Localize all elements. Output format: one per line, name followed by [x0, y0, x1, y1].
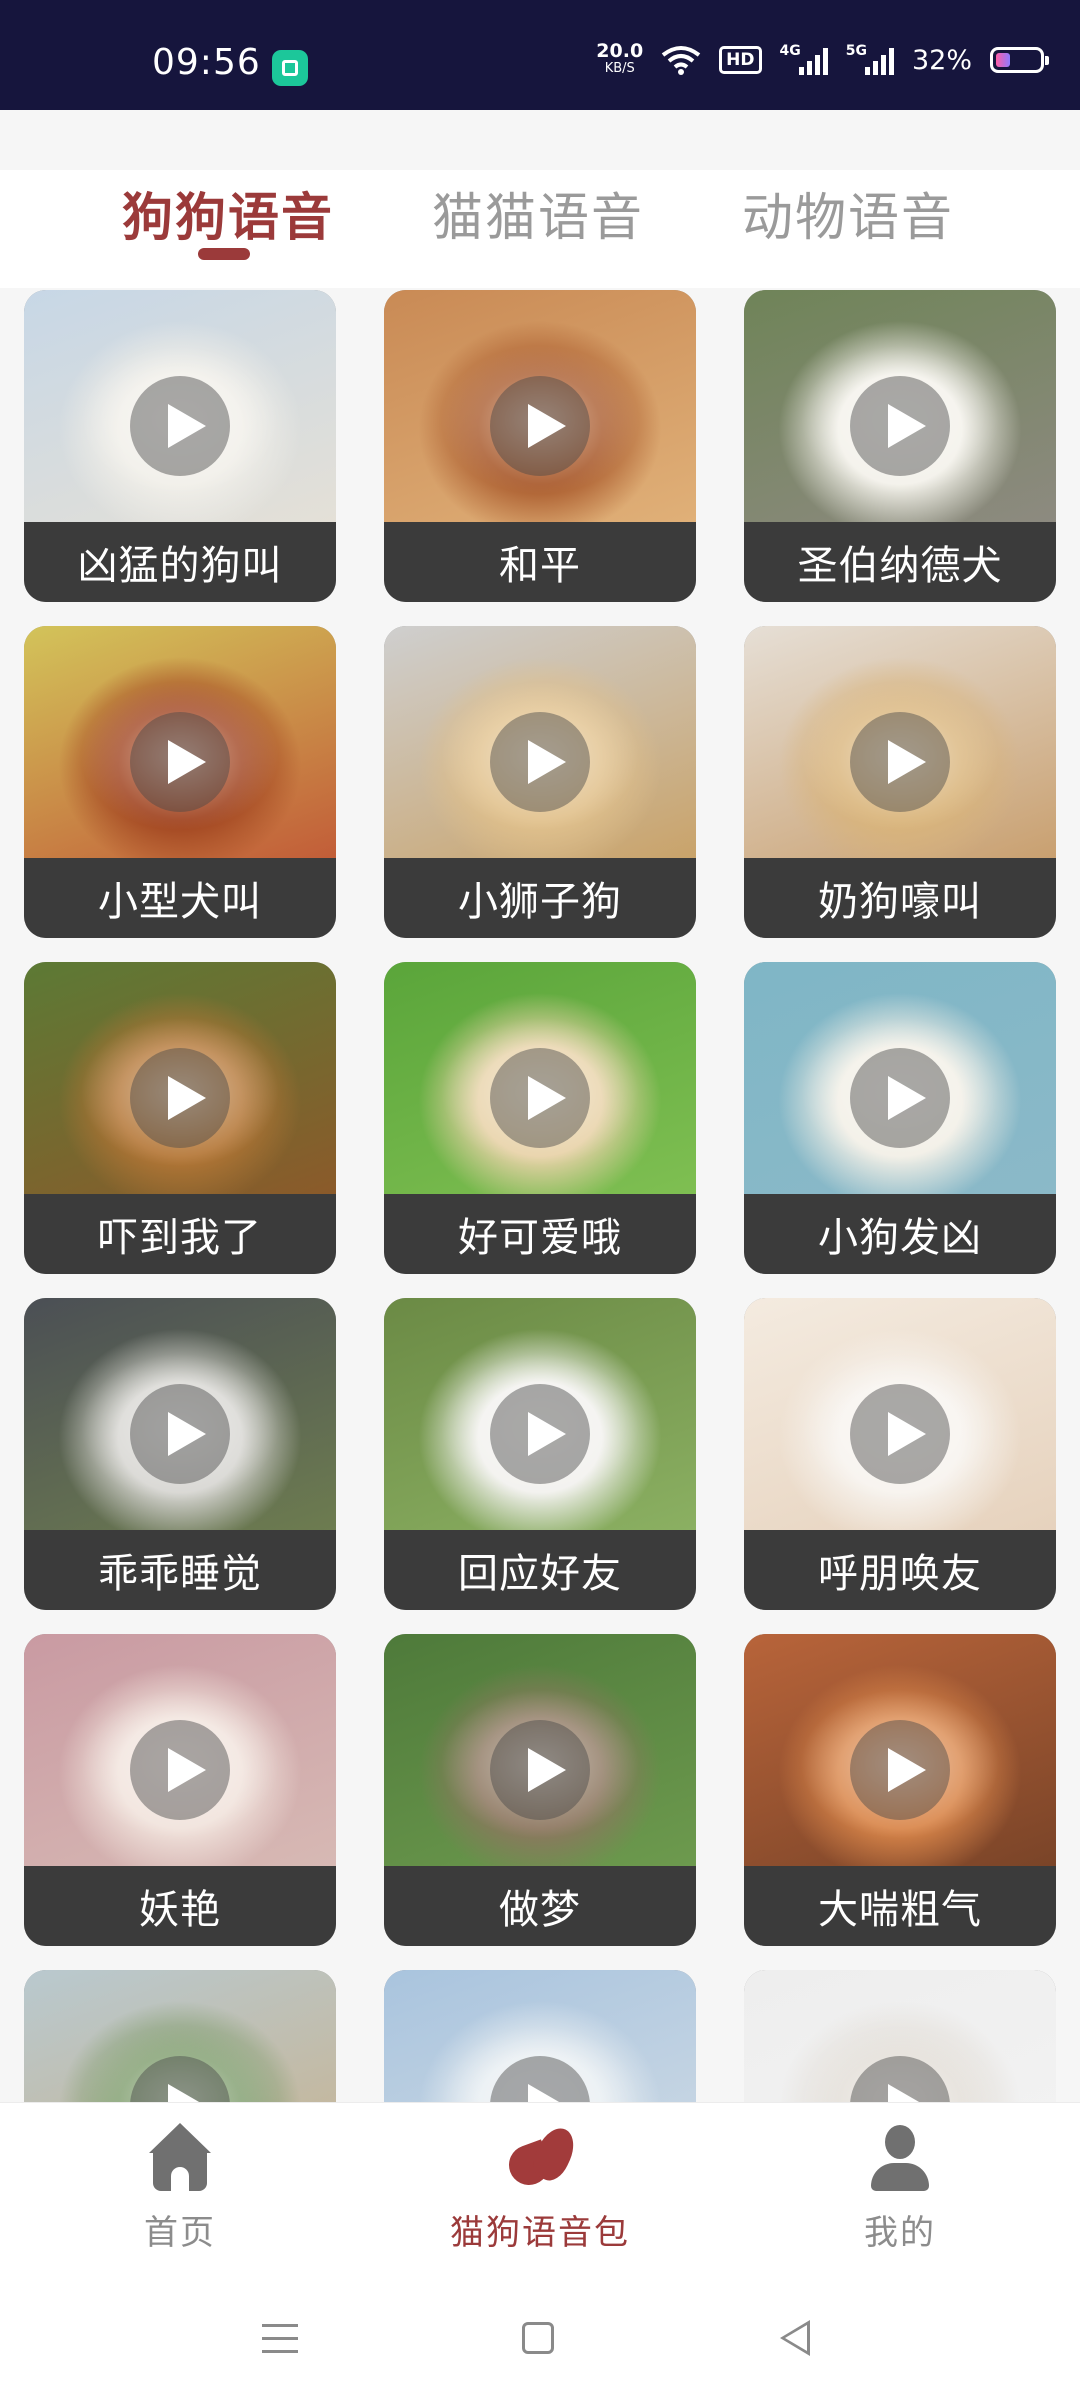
- wifi-icon: [661, 46, 701, 75]
- notification-icon: [272, 50, 308, 86]
- signal-icon-1: [798, 45, 828, 75]
- play-icon[interactable]: [850, 1720, 950, 1820]
- home-button[interactable]: [522, 2322, 554, 2354]
- sound-card-label: 小狗发凶: [744, 1194, 1056, 1274]
- sound-card-label: 做梦: [384, 1866, 696, 1946]
- battery-percent: 32%: [911, 44, 972, 76]
- network-type-1: 4G: [779, 43, 801, 59]
- play-icon[interactable]: [490, 712, 590, 812]
- sound-card-label: 吓到我了: [24, 1194, 336, 1274]
- system-nav-bar: [0, 2282, 1080, 2400]
- tab-cat-voice[interactable]: 猫猫语音: [432, 176, 644, 250]
- sound-card[interactable]: 呼朋唤友: [744, 1298, 1056, 1610]
- play-icon[interactable]: [850, 1384, 950, 1484]
- nav-mine-label: 我的: [864, 2213, 936, 2253]
- play-icon[interactable]: [490, 376, 590, 476]
- sound-card[interactable]: 好可爱哦: [384, 962, 696, 1274]
- user-icon: [863, 2123, 937, 2197]
- sound-card[interactable]: 回应好友: [384, 1298, 696, 1610]
- nav-home[interactable]: 首页: [80, 2123, 280, 2254]
- sound-grid: 凶猛的狗叫 和平 圣伯纳德犬小型犬叫 小狮子狗 奶狗嚎叫吓到我了 好可爱哦 小狗发凶乖乖睡觉…: [0, 290, 1080, 2102]
- sound-card-label: 奶狗嚎叫: [744, 858, 1056, 938]
- status-bar: 09:56 20.0 KB/S HD 4G 5G 32%: [0, 0, 1080, 110]
- sound-card-label: 和平: [384, 522, 696, 602]
- play-icon[interactable]: [490, 1384, 590, 1484]
- net-speed-unit: KB/S: [604, 61, 635, 76]
- play-icon[interactable]: [850, 1048, 950, 1148]
- nav-voice-pack-label: 猫狗语音包: [450, 2213, 630, 2253]
- recent-apps-button[interactable]: [262, 2324, 298, 2354]
- status-icons: 20.0 KB/S HD 4G 5G 32%: [596, 40, 1049, 80]
- sound-card-label: 小狮子狗: [384, 858, 696, 938]
- sound-card[interactable]: [384, 1970, 696, 2102]
- sound-card-label: 乖乖睡觉: [24, 1530, 336, 1610]
- sound-card-label: 圣伯纳德犬: [744, 522, 1056, 602]
- tab-indicator: [198, 248, 250, 260]
- battery-level: [996, 53, 1010, 67]
- play-icon[interactable]: [130, 1048, 230, 1148]
- tab-dog-voice[interactable]: 狗狗语音: [122, 176, 334, 250]
- sound-card-label: 回应好友: [384, 1530, 696, 1610]
- sound-card[interactable]: 妖艳: [24, 1634, 336, 1946]
- sound-card-label: 凶猛的狗叫: [24, 522, 336, 602]
- hd-icon: HD: [719, 46, 762, 74]
- battery-icon: [990, 47, 1049, 73]
- back-button[interactable]: [780, 2320, 810, 2356]
- sound-card[interactable]: 小狮子狗: [384, 626, 696, 938]
- network-type-2: 5G: [845, 43, 867, 59]
- sound-card[interactable]: 做梦: [384, 1634, 696, 1946]
- pet-voice-icon: [503, 2123, 577, 2197]
- play-icon[interactable]: [850, 376, 950, 476]
- nav-home-label: 首页: [144, 2213, 216, 2253]
- nav-mine[interactable]: 我的: [800, 2123, 1000, 2254]
- sound-card[interactable]: [24, 1970, 336, 2102]
- sound-card[interactable]: 乖乖睡觉: [24, 1298, 336, 1610]
- sound-card[interactable]: 小型犬叫: [24, 626, 336, 938]
- status-time: 09:56: [152, 42, 261, 83]
- tab-animal-voice[interactable]: 动物语音: [742, 176, 954, 250]
- play-icon[interactable]: [130, 376, 230, 476]
- sound-card-label: 呼朋唤友: [744, 1530, 1056, 1610]
- sound-card[interactable]: 奶狗嚎叫: [744, 626, 1056, 938]
- sound-card[interactable]: [744, 1970, 1056, 2102]
- net-speed: 20.0 KB/S: [596, 42, 643, 78]
- sound-card-label: 小型犬叫: [24, 858, 336, 938]
- nav-voice-pack[interactable]: 猫狗语音包: [440, 2123, 640, 2254]
- play-icon[interactable]: [130, 712, 230, 812]
- sound-card-label: 大喘粗气: [744, 1866, 1056, 1946]
- play-icon[interactable]: [130, 1384, 230, 1484]
- sound-card[interactable]: 凶猛的狗叫: [24, 290, 336, 602]
- play-icon[interactable]: [850, 712, 950, 812]
- play-icon[interactable]: [490, 1048, 590, 1148]
- play-icon[interactable]: [130, 1720, 230, 1820]
- bottom-nav: 首页 猫狗语音包 我的: [0, 2102, 1080, 2283]
- sound-card[interactable]: 吓到我了: [24, 962, 336, 1274]
- sound-card[interactable]: 大喘粗气: [744, 1634, 1056, 1946]
- net-speed-value: 20.0: [596, 40, 644, 62]
- sound-card[interactable]: 和平: [384, 290, 696, 602]
- home-icon: [143, 2123, 217, 2197]
- sound-card[interactable]: 圣伯纳德犬: [744, 290, 1056, 602]
- play-icon[interactable]: [490, 1720, 590, 1820]
- category-tabs: 狗狗语音 猫猫语音 动物语音: [0, 170, 1080, 288]
- sound-card-label: 好可爱哦: [384, 1194, 696, 1274]
- sound-card-label: 妖艳: [24, 1866, 336, 1946]
- signal-icon-2: [864, 45, 894, 75]
- sound-card[interactable]: 小狗发凶: [744, 962, 1056, 1274]
